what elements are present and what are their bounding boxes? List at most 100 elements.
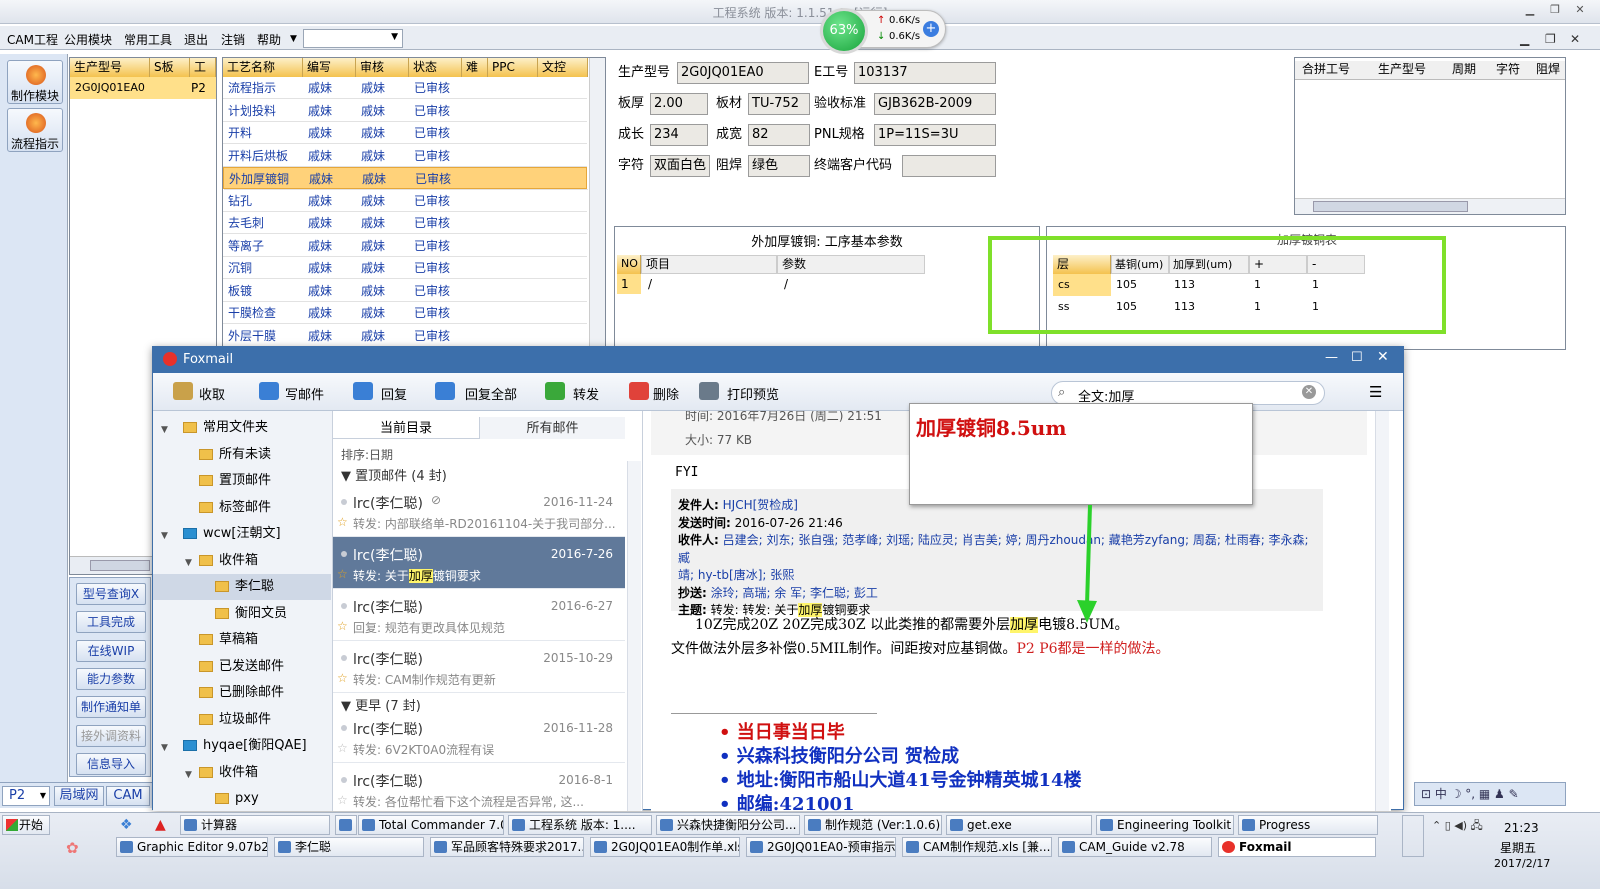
- product-row[interactable]: 2G0JQ01EA0 P2: [70, 77, 216, 99]
- message-item[interactable]: ☆ lrc(李仁聪) 2015-10-29 转发: CAM制作规范有更新: [333, 641, 625, 693]
- process-row[interactable]: 开料后烘板 戚妹 戚妹 已审核: [223, 145, 587, 167]
- eno-field[interactable]: 103137: [854, 62, 996, 84]
- taskbar-item[interactable]: 2G0JQ01EA0制作单.xls ...: [590, 837, 740, 857]
- star-icon[interactable]: ☆: [337, 671, 348, 685]
- col-difficulty[interactable]: 难: [462, 58, 488, 77]
- menu-combo[interactable]: ▼: [303, 29, 403, 48]
- clear-search-icon[interactable]: ✕: [1302, 385, 1316, 399]
- tab-current-folder[interactable]: 当前目录: [333, 417, 479, 436]
- tray-toggle[interactable]: [1402, 815, 1424, 857]
- process-row[interactable]: 流程指示 戚妹 戚妹 已审核: [223, 77, 587, 99]
- taskbar-item[interactable]: 制作规范 (Ver:1.0.6): [804, 815, 942, 835]
- col-process-name[interactable]: 工艺名称: [223, 58, 303, 77]
- tab-all-mail[interactable]: 所有邮件: [479, 417, 625, 439]
- taskbar-item[interactable]: CAM制作规范.xls [兼...: [902, 837, 1052, 857]
- to-value[interactable]: 吕建会; 刘东; 张自强; 范孝峰; 刘瑶; 陆应灵; 肖吉美; 婷; 周丹zh…: [678, 533, 1309, 565]
- message-scrollbar[interactable]: [627, 461, 641, 811]
- folder-item[interactable]: 草稿箱: [153, 627, 331, 653]
- pnl-field[interactable]: 1P=11S=3U: [874, 124, 996, 146]
- process-row[interactable]: 计划投料 戚妹 戚妹 已审核: [223, 100, 587, 122]
- col-factory[interactable]: 工厂: [190, 58, 216, 77]
- memory-ball[interactable]: 63%: [820, 8, 868, 54]
- cc-value[interactable]: 涂玲; 高瑞; 余 军; 李仁聪; 彭工: [711, 586, 878, 600]
- star-icon[interactable]: ☆: [337, 619, 348, 633]
- col-reviewer[interactable]: 审核: [356, 58, 409, 77]
- process-row[interactable]: 钻孔 戚妹 戚妹 已审核: [223, 190, 587, 212]
- col-ppc[interactable]: PPC: [488, 58, 538, 77]
- message-item[interactable]: ☆ lrc(李仁聪) 2016-11-28 转发: 6V2KT0A0流程有误: [333, 711, 625, 763]
- char-field[interactable]: 双面白色: [650, 155, 710, 177]
- cam-tab[interactable]: CAM: [106, 786, 150, 806]
- length-field[interactable]: 234: [650, 124, 708, 146]
- merge-hscrollbar[interactable]: [1295, 198, 1565, 214]
- mdi-minimize-icon[interactable]: ▁: [1520, 32, 1529, 46]
- menu-logout[interactable]: 注销: [221, 31, 245, 48]
- taskbar-item[interactable]: 兴森快捷衡阳分公司...: [656, 815, 800, 835]
- taskbar-item[interactable]: [335, 815, 357, 835]
- side-nav-button[interactable]: 型号查询X: [76, 583, 146, 605]
- tray-icons[interactable]: ⌃ ▯ ◀) 🖧: [1432, 817, 1483, 836]
- taskbar-item[interactable]: get.exe: [946, 815, 1092, 835]
- folder-item[interactable]: pxy: [153, 786, 331, 812]
- folder-item[interactable]: ▼ 常用文件夹: [153, 415, 331, 441]
- col-status[interactable]: 状态: [409, 58, 462, 77]
- material-field[interactable]: TU-752: [748, 93, 810, 115]
- ime-toolbar[interactable]: ⊡ 中 ☽ °, ▦ ♟ ✎: [1414, 782, 1566, 806]
- side-nav-button[interactable]: 工具完成: [76, 611, 146, 634]
- mdi-close-icon[interactable]: ✕: [1570, 32, 1580, 46]
- message-item[interactable]: ☆ lrc(李仁聪) 2016-7-26 转发: 关于加厚镀铜要求: [333, 537, 625, 589]
- star-icon[interactable]: ☆: [337, 567, 348, 581]
- process-scrollbar[interactable]: [589, 58, 605, 348]
- to-value-cont[interactable]: 靖; hy-tb[唐冰]; 张熙: [678, 568, 794, 582]
- folder-item[interactable]: ▼ 收件箱: [153, 548, 331, 574]
- message-item[interactable]: ☆ lrc(李仁聪) 2016-6-27 回复: 规范有更改具体见规范: [333, 589, 625, 641]
- close-icon[interactable]: ✕: [1570, 3, 1590, 16]
- side-nav-button[interactable]: 制作通知单: [76, 696, 146, 719]
- std-field[interactable]: GJB362B-2009: [874, 93, 996, 115]
- fox-minimize-icon[interactable]: —: [1325, 350, 1338, 365]
- mdi-restore-icon[interactable]: ❐: [1545, 32, 1556, 46]
- process-row[interactable]: 板镀 戚妹 戚妹 已审核: [223, 280, 587, 302]
- folder-item[interactable]: 标签邮件: [153, 495, 331, 521]
- folder-item[interactable]: 李仁聪: [153, 574, 331, 600]
- delete-button[interactable]: 删除: [653, 384, 679, 403]
- side-nav-button[interactable]: 能力参数: [76, 667, 146, 690]
- col-param[interactable]: 参数: [777, 255, 925, 274]
- star-icon[interactable]: ☆: [337, 793, 348, 807]
- folder-item[interactable]: 垃圾邮件: [153, 707, 331, 733]
- taskbar-item[interactable]: 军品顾客特殊要求2017...: [430, 837, 584, 857]
- maximize-icon[interactable]: ❐: [1545, 3, 1565, 16]
- preview-scrollbar[interactable]: [1375, 411, 1389, 811]
- thick-field[interactable]: 2.00: [650, 93, 708, 115]
- side-nav-button[interactable]: 在线WIP: [76, 639, 146, 662]
- customer-code-field[interactable]: [902, 155, 996, 177]
- menu-cam[interactable]: CAM工程: [7, 31, 58, 48]
- taskbar-item[interactable]: Total Commander 7.0 ...: [358, 815, 504, 835]
- star-icon[interactable]: ☆: [337, 515, 348, 529]
- col-product[interactable]: 生产型号: [70, 58, 150, 77]
- col-merge-mask[interactable]: 阻焊: [1531, 58, 1560, 80]
- taskbar-item[interactable]: 计算器: [180, 815, 330, 835]
- menu-dropdown-icon[interactable]: ▼: [290, 34, 297, 44]
- folder-item[interactable]: ▼ 收件箱: [153, 760, 331, 786]
- quicklaunch-icon[interactable]: ✿: [66, 839, 79, 857]
- star-icon[interactable]: ☆: [337, 741, 348, 755]
- col-item[interactable]: 项目: [641, 255, 777, 274]
- taskbar-item[interactable]: 2G0JQ01EA0-预审指示....: [746, 837, 896, 857]
- col-s[interactable]: S板: [150, 58, 190, 77]
- menu-exit[interactable]: 退出: [184, 31, 208, 48]
- folder-item[interactable]: 所有未读: [153, 442, 331, 468]
- make-module-button[interactable]: 制作模块: [7, 60, 63, 104]
- taskbar-item[interactable]: Progress: [1238, 815, 1378, 835]
- side-nav-button[interactable]: 信息导入: [76, 752, 146, 775]
- menu-common-module[interactable]: 公用模块: [64, 31, 112, 48]
- col-merge-no[interactable]: 合拼工号: [1297, 58, 1350, 80]
- mask-field[interactable]: 绿色: [748, 155, 810, 177]
- folder-item[interactable]: 已删除邮件: [153, 680, 331, 706]
- col-merge-cycle[interactable]: 周期: [1447, 58, 1476, 80]
- forward-button[interactable]: 转发: [573, 384, 599, 403]
- folder-item[interactable]: ▼ wcw[汪朝文]: [153, 521, 331, 547]
- message-item[interactable]: ☆ lrc(李仁聪) 2016-8-1 转发: 各位帮忙看下这个流程是否异常, 这..…: [333, 763, 625, 815]
- reply-all-button[interactable]: 回复全部: [465, 384, 517, 403]
- reply-button[interactable]: 回复: [381, 384, 407, 403]
